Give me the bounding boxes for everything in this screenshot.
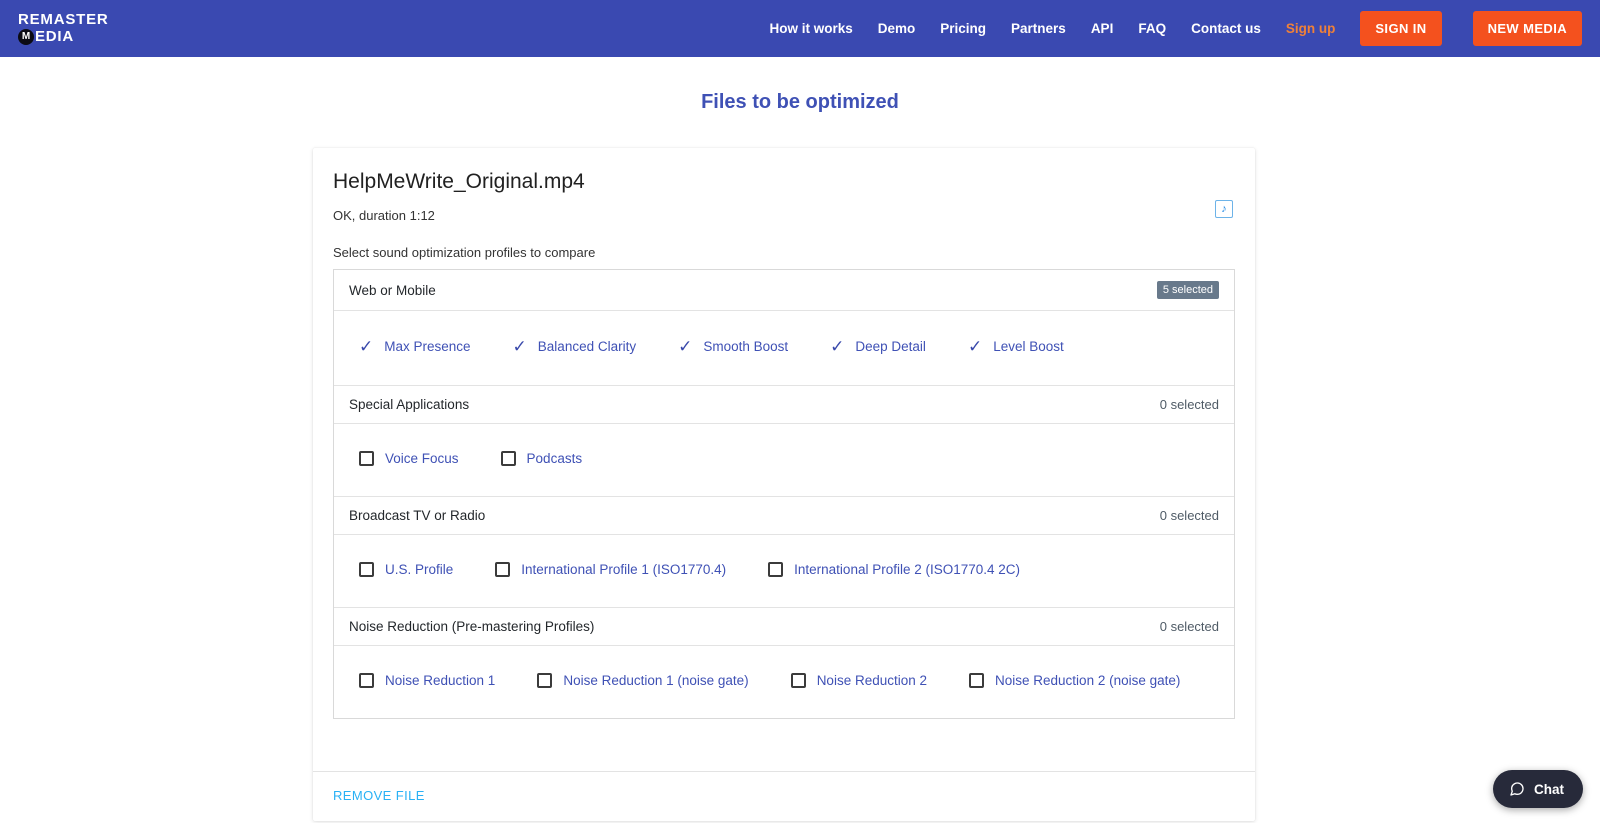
nav-link-pricing[interactable]: Pricing bbox=[940, 21, 986, 36]
profile-voice-focus[interactable]: Voice Focus bbox=[359, 451, 459, 466]
profile-label: Noise Reduction 1 bbox=[385, 673, 496, 688]
profile-international-2[interactable]: International Profile 2 (ISO1770.4 2C) bbox=[768, 562, 1020, 577]
nav-link-contact-us[interactable]: Contact us bbox=[1191, 21, 1261, 36]
selected-count: 0 selected bbox=[1159, 619, 1219, 634]
group-header-broadcast: Broadcast TV or Radio 0 selected bbox=[334, 497, 1234, 535]
check-icon bbox=[830, 338, 844, 355]
profile-noise-reduction-1-gate[interactable]: Noise Reduction 1 (noise gate) bbox=[537, 673, 749, 688]
profile-label: Noise Reduction 2 bbox=[816, 673, 928, 688]
nav-link-partners[interactable]: Partners bbox=[1011, 21, 1066, 36]
selected-count: 0 selected bbox=[1159, 397, 1219, 412]
chat-bubble-icon bbox=[1510, 782, 1524, 796]
check-icon bbox=[513, 338, 527, 355]
file-card: HelpMeWrite_Original.mp4 OK, duration 1:… bbox=[313, 148, 1255, 821]
file-name: HelpMeWrite_Original.mp4 bbox=[333, 170, 585, 193]
nav-link-how-it-works[interactable]: How it works bbox=[769, 21, 852, 36]
check-icon bbox=[359, 338, 373, 355]
group-row-web-or-mobile: Max Presence Balanced Clarity Smooth Boo… bbox=[334, 311, 1234, 386]
group-name: Special Applications bbox=[349, 397, 470, 412]
nav-link-api[interactable]: API bbox=[1091, 21, 1114, 36]
profile-label: International Profile 2 (ISO1770.4 2C) bbox=[794, 562, 1021, 577]
profiles-panel: Web or Mobile 5 selected Max Presence Ba… bbox=[333, 269, 1235, 719]
profile-podcasts[interactable]: Podcasts bbox=[500, 451, 583, 466]
group-name: Noise Reduction (Pre-mastering Profiles) bbox=[349, 619, 595, 634]
checkbox-icon[interactable] bbox=[537, 673, 553, 688]
profile-label: Smooth Boost bbox=[703, 339, 789, 354]
profile-label: U.S. Profile bbox=[385, 562, 454, 577]
brand-logo[interactable]: REMASTER M EDIA bbox=[18, 11, 109, 45]
profile-label: Deep Detail bbox=[855, 339, 926, 354]
profile-level-boost[interactable]: Level Boost bbox=[968, 338, 1064, 355]
checkbox-icon[interactable] bbox=[790, 673, 806, 688]
nav-link-faq[interactable]: FAQ bbox=[1138, 21, 1166, 36]
group-row-broadcast: U.S. Profile International Profile 1 (IS… bbox=[334, 535, 1234, 608]
selected-count: 0 selected bbox=[1159, 508, 1219, 523]
profiles-instruction: Select sound optimization profiles to co… bbox=[333, 245, 596, 260]
profile-label: International Profile 1 (ISO1770.4) bbox=[521, 562, 727, 577]
checkbox-icon[interactable] bbox=[495, 562, 511, 577]
selected-count-badge: 5 selected bbox=[1156, 281, 1219, 299]
profile-label: Voice Focus bbox=[385, 451, 459, 466]
profile-noise-reduction-2[interactable]: Noise Reduction 2 bbox=[790, 673, 928, 688]
music-note-icon[interactable]: ♪ bbox=[1215, 200, 1233, 218]
group-name: Web or Mobile bbox=[349, 282, 436, 298]
checkbox-icon[interactable] bbox=[768, 562, 784, 577]
profile-balanced-clarity[interactable]: Balanced Clarity bbox=[513, 338, 637, 355]
file-card-footer: REMOVE FILE bbox=[313, 771, 1255, 821]
profile-max-presence[interactable]: Max Presence bbox=[359, 338, 471, 355]
profile-deep-detail[interactable]: Deep Detail bbox=[830, 338, 926, 355]
checkbox-icon[interactable] bbox=[500, 451, 516, 466]
sign-in-button[interactable]: SIGN IN bbox=[1360, 11, 1442, 46]
brand-line2: EDIA bbox=[35, 27, 75, 45]
file-status: OK, duration 1:12 bbox=[333, 208, 435, 223]
profile-noise-reduction-1[interactable]: Noise Reduction 1 bbox=[359, 673, 495, 688]
check-icon bbox=[968, 338, 982, 355]
chat-widget-button[interactable]: Chat bbox=[1493, 770, 1583, 808]
profile-label: Level Boost bbox=[993, 339, 1064, 354]
page-title: Files to be optimized bbox=[701, 91, 899, 113]
brand-line1: REMASTER bbox=[18, 11, 109, 28]
profile-us-profile[interactable]: U.S. Profile bbox=[359, 562, 453, 577]
group-header-special-applications: Special Applications 0 selected bbox=[334, 386, 1234, 424]
profile-international-1[interactable]: International Profile 1 (ISO1770.4) bbox=[495, 562, 726, 577]
checkbox-icon[interactable] bbox=[359, 673, 374, 688]
group-name: Broadcast TV or Radio bbox=[349, 508, 486, 523]
profile-label: Noise Reduction 2 (noise gate) bbox=[995, 673, 1181, 688]
group-row-special-applications: Voice Focus Podcasts bbox=[334, 424, 1234, 497]
checkbox-icon[interactable] bbox=[359, 562, 374, 577]
group-header-web-or-mobile: Web or Mobile 5 selected bbox=[334, 270, 1234, 311]
checkbox-icon[interactable] bbox=[969, 673, 985, 688]
nav-links: How it works Demo Pricing Partners API F… bbox=[769, 11, 1582, 46]
nav-link-demo[interactable]: Demo bbox=[878, 21, 916, 36]
profile-label: Balanced Clarity bbox=[537, 339, 637, 354]
profile-label: Podcasts bbox=[526, 451, 583, 466]
chat-label: Chat bbox=[1534, 781, 1564, 797]
profile-label: Noise Reduction 1 (noise gate) bbox=[563, 673, 749, 688]
profile-smooth-boost[interactable]: Smooth Boost bbox=[678, 338, 788, 355]
check-icon bbox=[678, 338, 692, 355]
brand-m-icon: M bbox=[18, 28, 34, 45]
new-media-button[interactable]: NEW MEDIA bbox=[1472, 11, 1582, 46]
group-row-noise-reduction: Noise Reduction 1 Noise Reduction 1 (noi… bbox=[334, 646, 1234, 718]
checkbox-icon[interactable] bbox=[359, 451, 374, 466]
remove-file-link[interactable]: REMOVE FILE bbox=[333, 788, 425, 803]
profile-label: Max Presence bbox=[384, 339, 471, 354]
profile-noise-reduction-2-gate[interactable]: Noise Reduction 2 (noise gate) bbox=[969, 673, 1180, 688]
main-content: Files to be optimized HelpMeWrite_Origin… bbox=[0, 57, 1600, 821]
top-navbar: REMASTER M EDIA How it works Demo Pricin… bbox=[0, 0, 1600, 57]
nav-link-sign-up[interactable]: Sign up bbox=[1286, 21, 1336, 36]
group-header-noise-reduction: Noise Reduction (Pre-mastering Profiles)… bbox=[334, 608, 1234, 646]
